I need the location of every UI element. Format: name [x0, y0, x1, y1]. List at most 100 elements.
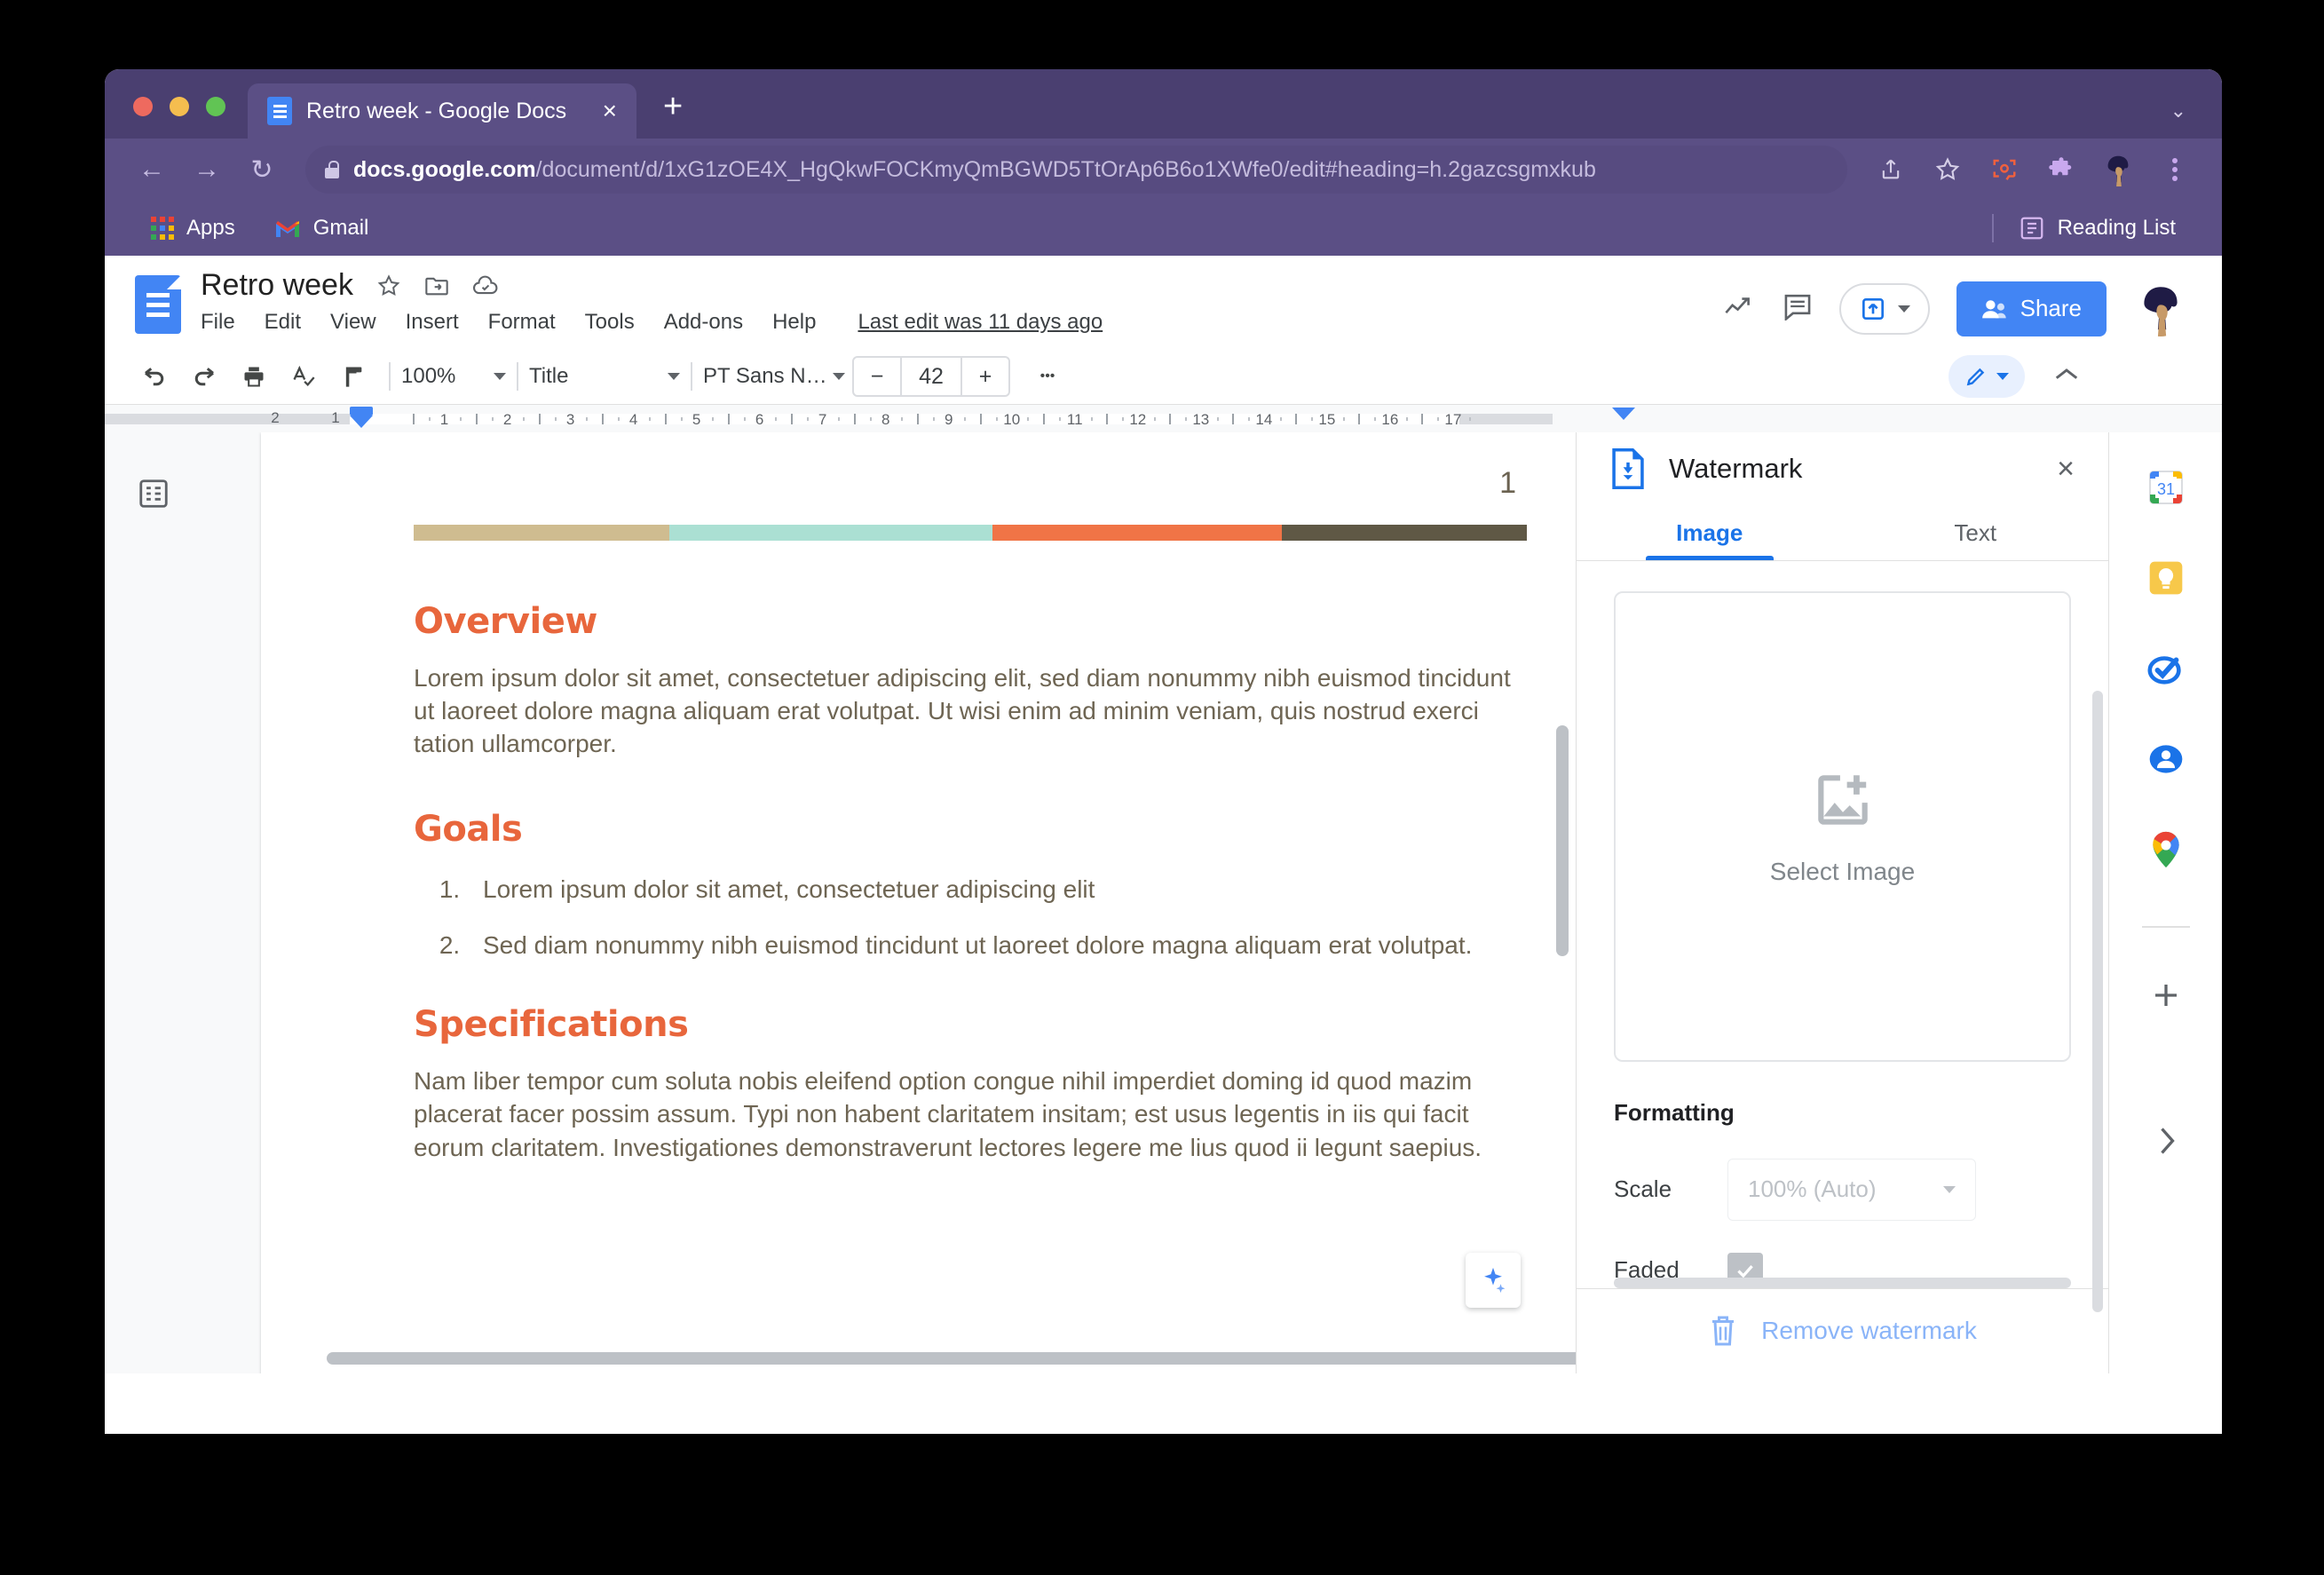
address-bar[interactable]: docs.google.com/document/d/1xG1zOE4X_HgQ…	[305, 146, 1847, 194]
right-indent-marker[interactable]	[1612, 408, 1635, 420]
font-size-input[interactable]: 42	[900, 358, 962, 395]
document-outline-icon[interactable]	[130, 470, 178, 518]
close-window-button[interactable]	[133, 97, 153, 116]
font-size-decrease-button[interactable]: −	[854, 364, 900, 390]
screenshot-icon[interactable]	[1980, 146, 2028, 194]
goals-list: Lorem ipsum dolor sit amet, consectetuer…	[467, 873, 1534, 962]
last-edit-link[interactable]: Last edit was 11 days ago	[858, 310, 1103, 335]
tab-text[interactable]: Text	[1843, 506, 2109, 560]
trending-up-icon[interactable]	[1724, 293, 1756, 324]
menu-tools[interactable]: Tools	[585, 310, 635, 335]
overflow-menu-icon[interactable]	[2151, 146, 2199, 194]
ruler-tick	[854, 413, 857, 424]
panel-header: Watermark ×	[1577, 432, 2108, 506]
reload-button[interactable]: ↻	[238, 146, 286, 194]
undo-icon[interactable]	[130, 353, 179, 400]
trash-icon	[1712, 1316, 1735, 1346]
google-docs-logo-icon[interactable]	[135, 275, 181, 334]
ruler-number: 4	[628, 410, 638, 428]
font-select[interactable]: PT Sans N…	[703, 364, 845, 389]
close-panel-icon[interactable]: ×	[2057, 454, 2075, 484]
menu-file[interactable]: File	[201, 310, 235, 335]
extensions-icon[interactable]	[2037, 146, 2085, 194]
maps-icon[interactable]	[2143, 827, 2189, 873]
expand-rail-button[interactable]	[2154, 1125, 2178, 1164]
panel-tabs: Image Text	[1577, 506, 2108, 561]
remove-watermark-button[interactable]: Remove watermark	[1577, 1287, 2108, 1373]
horizontal-scrollbar[interactable]	[327, 1352, 1576, 1365]
ruler-number: 1	[331, 409, 340, 426]
account-avatar[interactable]	[2133, 281, 2188, 336]
vertical-scrollbar[interactable]	[1556, 725, 1569, 956]
add-image-icon	[1817, 774, 1868, 825]
new-tab-button[interactable]: +	[663, 88, 683, 139]
minimize-window-button[interactable]	[170, 97, 189, 116]
chevron-down-icon[interactable]: ⌄	[2170, 99, 2186, 123]
menu-help[interactable]: Help	[772, 310, 816, 335]
collapse-toolbar-button[interactable]	[2053, 366, 2080, 388]
contacts-icon[interactable]	[2143, 736, 2189, 782]
close-tab-icon[interactable]: ×	[603, 99, 617, 123]
font-size-increase-button[interactable]: +	[962, 364, 1008, 390]
reading-list-label: Reading List	[2057, 216, 2176, 240]
share-icon[interactable]	[1867, 146, 1915, 194]
more-options-icon[interactable]: •••	[1023, 353, 1072, 400]
editing-mode-button[interactable]	[1949, 355, 2025, 398]
document-canvas[interactable]: 1 Overview Lorem ipsum dolor sit amet, c…	[202, 432, 1576, 1373]
menu-add-ons[interactable]: Add-ons	[664, 310, 743, 335]
menu-insert[interactable]: Insert	[406, 310, 459, 335]
color-bar-segment	[414, 525, 670, 541]
star-icon[interactable]	[1924, 146, 1972, 194]
reading-list-button[interactable]: Reading List	[1999, 215, 2195, 241]
present-upload-button[interactable]	[1838, 282, 1930, 335]
cloud-saved-icon[interactable]	[472, 274, 499, 297]
paint-format-icon[interactable]	[328, 353, 378, 400]
menu-edit[interactable]: Edit	[265, 310, 301, 335]
bookmark-gmail[interactable]: Gmail	[255, 216, 389, 241]
omnibox-bar: ← → ↻ docs.google.com/document/d/1xG1zOE…	[105, 139, 2222, 201]
menu-format[interactable]: Format	[488, 310, 556, 335]
tasks-icon[interactable]	[2143, 645, 2189, 692]
forward-button[interactable]: →	[183, 146, 231, 194]
menu-view[interactable]: View	[330, 310, 376, 335]
zoom-select[interactable]: 100%	[401, 364, 506, 389]
ruler-tick	[1358, 413, 1361, 424]
document-body[interactable]: Overview Lorem ipsum dolor sit amet, con…	[414, 601, 1534, 1164]
calendar-icon[interactable]: 31	[2143, 464, 2189, 510]
document-title[interactable]: Retro week	[201, 268, 353, 303]
panel-horizontal-scrollbar[interactable]	[1614, 1277, 2071, 1288]
document-page[interactable]: 1 Overview Lorem ipsum dolor sit amet, c…	[261, 432, 1576, 1373]
profile-avatar[interactable]	[2094, 146, 2142, 194]
horizontal-ruler[interactable]: 1 2 3 4 5 6 7 8 9 10 11 12 13 14 15 16 17 21	[105, 404, 2222, 432]
print-icon[interactable]	[229, 353, 279, 400]
bookmark-apps[interactable]: Apps	[131, 216, 255, 241]
ruler-number: 12	[1129, 410, 1147, 428]
reading-list-icon	[2020, 217, 2043, 240]
select-image-dropzone[interactable]: Select Image	[1614, 590, 2071, 1062]
panel-vertical-scrollbar[interactable]	[2092, 690, 2103, 1312]
paragraph-style-select[interactable]: Title	[529, 364, 680, 389]
star-icon[interactable]	[376, 273, 401, 298]
ruler-tick	[791, 413, 794, 424]
tab-image[interactable]: Image	[1577, 506, 1843, 560]
maximize-window-button[interactable]	[206, 97, 225, 116]
keep-icon[interactable]	[2143, 555, 2189, 601]
move-to-folder-icon[interactable]	[424, 274, 449, 297]
docs-header-actions: Share	[1724, 268, 2192, 349]
share-button[interactable]: Share	[1956, 281, 2107, 336]
explore-button[interactable]	[1466, 1253, 1521, 1308]
ruler-minor-tick	[1059, 416, 1061, 421]
left-indent-marker[interactable]	[350, 407, 373, 428]
add-app-icon[interactable]	[2143, 972, 2189, 1018]
comment-icon[interactable]	[1783, 292, 1813, 325]
font-value: PT Sans N…	[703, 364, 827, 388]
scale-select[interactable]: 100% (Auto)	[1727, 1158, 1976, 1221]
section-paragraph-overview: Lorem ipsum dolor sit amet, consectetuer…	[414, 664, 1511, 758]
back-button[interactable]: ←	[128, 146, 176, 194]
spellcheck-icon[interactable]	[279, 353, 328, 400]
redo-icon[interactable]	[179, 353, 229, 400]
browser-tab[interactable]: Retro week - Google Docs ×	[248, 83, 636, 139]
ruler-tick	[1106, 413, 1109, 424]
scale-value: 100% (Auto)	[1748, 1175, 1877, 1203]
svg-text:31: 31	[2156, 480, 2174, 498]
